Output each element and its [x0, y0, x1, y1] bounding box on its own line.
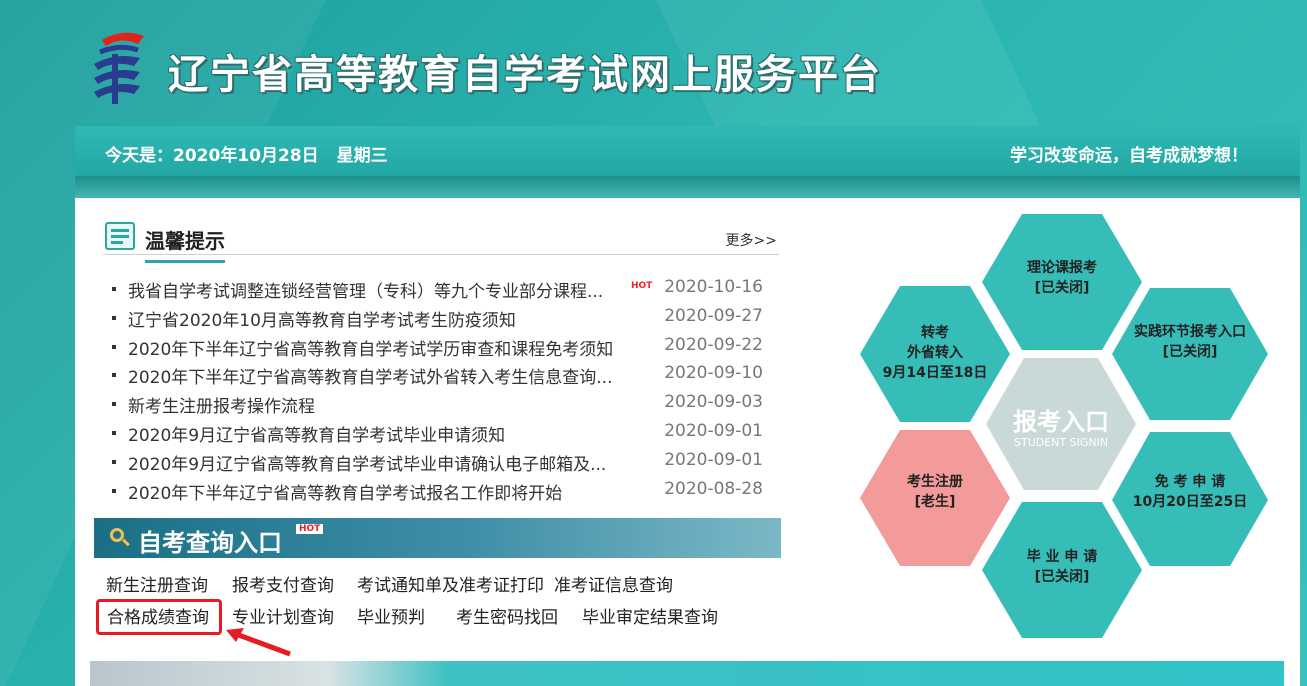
notice-item-title[interactable]: 新考生注册报考操作流程 — [128, 392, 315, 417]
notice-item-date: 2020-09-27 — [664, 305, 763, 326]
motto-text: 学习改变命运，自考成就梦想！ — [1010, 146, 1248, 166]
notice-item-title[interactable]: 2020年下半年辽宁省高等教育自学考试学历审查和课程免考须知 — [128, 335, 613, 360]
link-payment-query[interactable]: 报考支付查询 — [232, 571, 334, 596]
hex-exempt-dates: 10月20日至25日 — [1132, 494, 1248, 510]
bullet-icon — [112, 315, 116, 320]
notice-item[interactable]: 我省自学考试调整连锁经营管理（专科）等九个专业部分课程... HOT 2020-… — [112, 274, 767, 303]
notice-item-title[interactable]: 2020年9月辽宁省高等教育自学考试毕业申请确认电子邮箱及... — [128, 450, 606, 475]
notice-item[interactable]: 辽宁省2020年10月高等教育自学考试考生防疫须知 2020-09-27 — [112, 303, 767, 332]
notice-list: 我省自学考试调整连锁经营管理（专科）等九个专业部分课程... HOT 2020-… — [112, 274, 767, 504]
date-bar: 今天是：2020年10月28日 星期三 学习改变命运，自考成就梦想！ — [75, 126, 1300, 176]
notice-item[interactable]: 新考生注册报考操作流程 2020-09-03 — [112, 389, 767, 418]
notice-title: 温馨提示 — [145, 225, 225, 263]
bullet-icon — [112, 287, 116, 291]
bottom-banner-image — [90, 661, 1284, 686]
hex-practice-status: [已关闭] — [1162, 344, 1218, 360]
notice-item-title[interactable]: 2020年下半年辽宁省高等教育自学考试报名工作即将开始 — [128, 479, 562, 504]
notice-item-date: 2020-09-01 — [664, 449, 763, 470]
hex-theory-status: [已关闭] — [1034, 280, 1090, 296]
hex-exempt-title: 免 考 申 请 — [1154, 474, 1226, 490]
query-title: 自考查询入口 — [138, 529, 282, 557]
bullet-icon — [112, 402, 116, 407]
notice-item-date: 2020-10-16 — [664, 277, 763, 297]
bullet-icon — [112, 488, 116, 493]
weekday-label: 星期三 — [336, 146, 388, 166]
hex-graduate-status: [已关闭] — [1034, 569, 1090, 585]
notice-more-link[interactable]: 更多>> — [726, 230, 777, 250]
site-title: 辽宁省高等教育自学考试网上服务平台 — [168, 52, 882, 98]
notice-item[interactable]: 2020年下半年辽宁省高等教育自学考试报名工作即将开始 2020-08-28 — [112, 476, 767, 505]
bullet-icon — [112, 459, 116, 464]
notice-header: 温馨提示 更多>> — [103, 219, 779, 263]
link-graduation-review-result[interactable]: 毕业审定结果查询 — [582, 603, 718, 628]
notice-item-date: 2020-09-03 — [664, 392, 763, 413]
link-password-recovery[interactable]: 考生密码找回 — [456, 603, 558, 628]
hex-exempt-label[interactable]: 免 考 申 请 10月20日至25日 — [1122, 472, 1258, 512]
notice-item[interactable]: 2020年9月辽宁省高等教育自学考试毕业申请须知 2020-09-01 — [112, 418, 767, 447]
search-icon — [110, 528, 124, 542]
notice-item-title[interactable]: 2020年9月辽宁省高等教育自学考试毕业申请须知 — [128, 421, 505, 446]
link-major-plan-query[interactable]: 专业计划查询 — [232, 603, 334, 628]
notice-item-title[interactable]: 2020年下半年辽宁省高等教育自学考试外省转入考生信息查询... — [128, 363, 612, 388]
link-admission-ticket-print[interactable]: 考试通知单及准考证打印 — [357, 571, 544, 596]
link-new-student-registration-query[interactable]: 新生注册查询 — [106, 571, 208, 596]
center-title[interactable]: 报考入口 — [1013, 402, 1109, 437]
notice-item[interactable]: 2020年下半年辽宁省高等教育自学考试外省转入考生信息查询... 2020-09… — [112, 360, 767, 389]
notice-item-date: 2020-08-28 — [664, 478, 763, 499]
hex-practice-label[interactable]: 实践环节报考入口 [已关闭] — [1122, 322, 1258, 362]
hex-transfer-label[interactable]: 转考 外省转入 9月14日至18日 — [876, 323, 994, 383]
hex-register-label[interactable]: 考生注册 [老生] — [876, 472, 994, 512]
hot-badge: HOT — [296, 524, 324, 534]
hot-badge: HOT — [631, 281, 653, 291]
notice-item-title[interactable]: 我省自学考试调整连锁经营管理（专科）等九个专业部分课程... — [128, 277, 603, 302]
site-logo-icon[interactable] — [88, 30, 150, 108]
hex-practice-title: 实践环节报考入口 — [1134, 324, 1246, 340]
bullet-icon — [112, 344, 116, 349]
query-banner: 自考查询入口 HOT — [94, 518, 781, 558]
hex-graduate-title: 毕 业 申 请 — [1026, 549, 1098, 565]
notice-item-title[interactable]: 辽宁省2020年10月高等教育自学考试考生防疫须知 — [128, 306, 516, 331]
notice-item-date: 2020-09-10 — [664, 363, 763, 384]
notice-item[interactable]: 2020年9月辽宁省高等教育自学考试毕业申请确认电子邮箱及... 2020-09… — [112, 447, 767, 476]
notice-item-date: 2020-09-22 — [664, 334, 763, 355]
current-date: 今天是：2020年10月28日 星期三 — [105, 141, 388, 166]
highlight-box — [96, 599, 222, 635]
hex-theory-label[interactable]: 理论课报考 [已关闭] — [1021, 258, 1103, 298]
date-label: 今天是：2020年10月28日 — [105, 146, 319, 166]
datebar-shadow — [75, 176, 1300, 198]
site-header: 辽宁省高等教育自学考试网上服务平台 — [0, 0, 1307, 125]
red-arrow-icon — [226, 628, 291, 657]
hex-register-title: 考生注册 — [907, 474, 963, 490]
notice-item[interactable]: 2020年下半年辽宁省高等教育自学考试学历审查和课程免考须知 2020-09-2… — [112, 332, 767, 361]
hex-transfer-sub: 外省转入 — [907, 345, 963, 361]
hex-transfer-dates: 9月14日至18日 — [882, 365, 988, 381]
hex-entry-panel: 理论课报考 [已关闭] 转考 外省转入 9月14日至18日 实践环节报考入口 [… — [856, 210, 1268, 640]
link-admission-ticket-info[interactable]: 准考证信息查询 — [554, 571, 673, 596]
bullet-icon — [112, 430, 116, 435]
link-graduation-prediction[interactable]: 毕业预判 — [357, 603, 425, 628]
hex-theory-title: 理论课报考 — [1027, 260, 1097, 276]
notice-item-date: 2020-09-01 — [664, 420, 763, 441]
hex-graduate-label[interactable]: 毕 业 申 请 [已关闭] — [1016, 547, 1108, 587]
newspaper-icon — [105, 222, 135, 250]
hex-register-status: [老生] — [914, 494, 956, 510]
center-subtitle: STUDENT SIGNIN — [1014, 436, 1109, 449]
hex-transfer-title: 转考 — [921, 325, 949, 341]
bullet-icon — [112, 373, 116, 378]
